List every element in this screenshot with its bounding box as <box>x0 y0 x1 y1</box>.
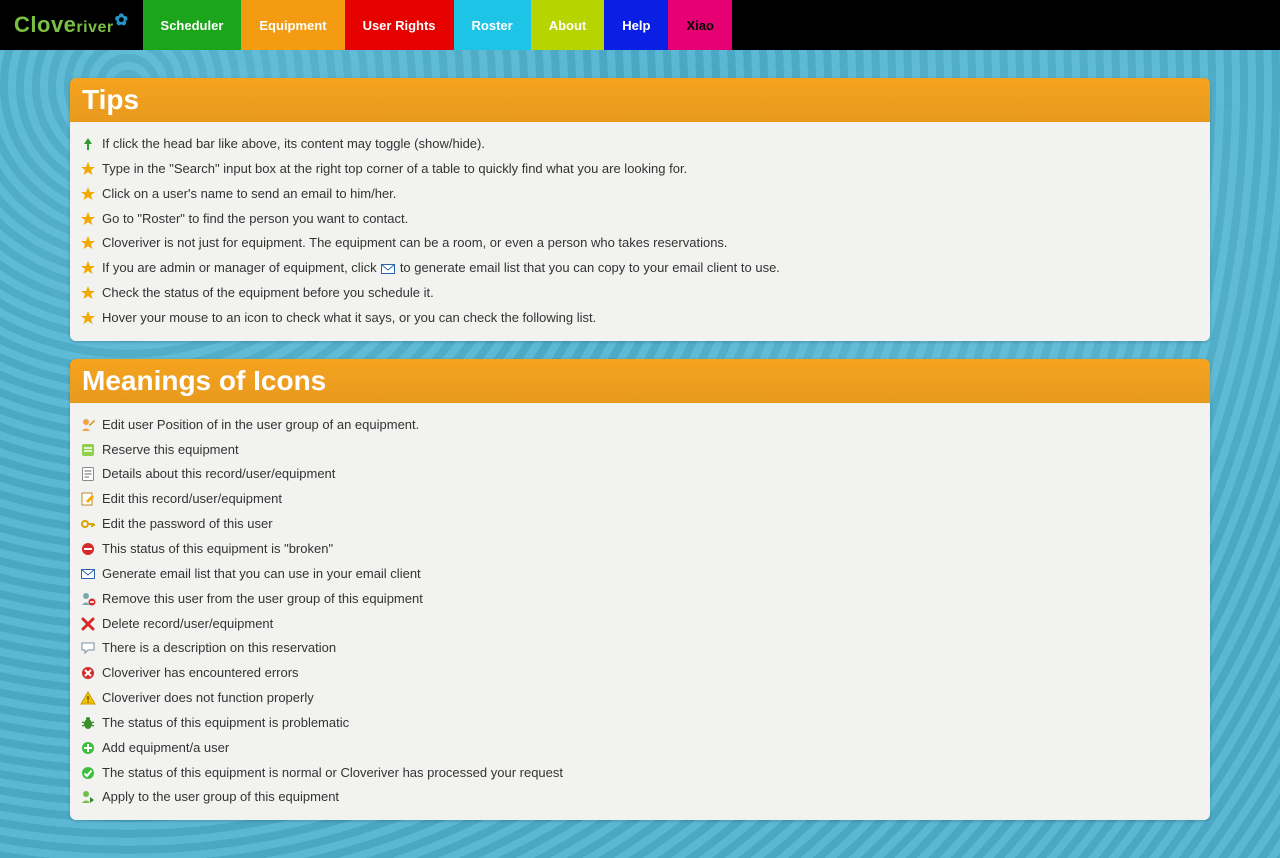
tip-text: Check the status of the equipment before… <box>102 284 434 303</box>
icon-meaning-row: The status of this equipment is normal o… <box>76 761 1204 786</box>
icons-header[interactable]: Meanings of Icons <box>70 359 1210 403</box>
icon-meaning-row: Generate email list that you can use in … <box>76 562 1204 587</box>
tip-line: Type in the "Search" input box at the ri… <box>76 157 1204 182</box>
apply-user-icon <box>80 789 96 805</box>
icon-meaning-text: The status of this equipment is problema… <box>102 714 349 733</box>
icon-meaning-row: The status of this equipment is problema… <box>76 711 1204 736</box>
star-icon <box>80 260 96 276</box>
tip-text: Click on a user's name to send an email … <box>102 185 396 204</box>
tip-line: If you are admin or manager of equipment… <box>76 256 1204 281</box>
tip-line: Cloveriver is not just for equipment. Th… <box>76 231 1204 256</box>
icon-meaning-row: Edit this record/user/equipment <box>76 487 1204 512</box>
add-icon <box>80 740 96 756</box>
icon-meaning-row: Add equipment/a user <box>76 736 1204 761</box>
tip-line: Check the status of the equipment before… <box>76 281 1204 306</box>
envelope-icon <box>380 261 396 277</box>
icon-meaning-text: Remove this user from the user group of … <box>102 590 423 609</box>
icon-meaning-text: There is a description on this reservati… <box>102 639 336 658</box>
arrow-up-icon <box>80 136 96 152</box>
topbar: Cloveriver✿ SchedulerEquipmentUser Right… <box>0 0 1280 50</box>
icon-meaning-text: Reserve this equipment <box>102 441 239 460</box>
icon-meaning-row: Details about this record/user/equipment <box>76 462 1204 487</box>
nav-about[interactable]: About <box>531 0 605 50</box>
edit-user-icon <box>80 417 96 433</box>
icon-meaning-text: Details about this record/user/equipment <box>102 465 335 484</box>
icon-meaning-row: Cloveriver does not function properly <box>76 686 1204 711</box>
icon-meaning-text: Cloveriver has encountered errors <box>102 664 299 683</box>
tip-text: Go to "Roster" to find the person you wa… <box>102 210 408 229</box>
icon-meaning-text: Apply to the user group of this equipmen… <box>102 788 339 807</box>
icon-meaning-text: The status of this equipment is normal o… <box>102 764 563 783</box>
key-icon <box>80 516 96 532</box>
star-icon <box>80 285 96 301</box>
tip-line: Hover your mouse to an icon to check wha… <box>76 306 1204 331</box>
tip-text: Cloveriver is not just for equipment. Th… <box>102 234 728 253</box>
nav-user-rights[interactable]: User Rights <box>345 0 454 50</box>
edit-icon <box>80 491 96 507</box>
tip-text: If you are admin or manager of equipment… <box>102 259 780 278</box>
flower-icon: ✿ <box>115 10 129 30</box>
icons-body: Edit user Position of in the user group … <box>70 403 1210 821</box>
icon-meaning-text: Edit user Position of in the user group … <box>102 416 419 435</box>
icon-meaning-row: Apply to the user group of this equipmen… <box>76 785 1204 810</box>
nav-roster[interactable]: Roster <box>454 0 531 50</box>
icon-meaning-row: Edit user Position of in the user group … <box>76 413 1204 438</box>
tips-header[interactable]: Tips <box>70 78 1210 122</box>
tip-text: Hover your mouse to an icon to check wha… <box>102 309 596 328</box>
logo-text-1: Clove <box>14 12 76 38</box>
tip-text: If click the head bar like above, its co… <box>102 135 485 154</box>
broken-icon <box>80 541 96 557</box>
star-icon <box>80 310 96 326</box>
icon-meaning-text: Add equipment/a user <box>102 739 229 758</box>
warning-icon <box>80 690 96 706</box>
logo-text-2: river <box>76 19 113 37</box>
bug-icon <box>80 715 96 731</box>
icons-panel: Meanings of Icons Edit user Position of … <box>70 359 1210 821</box>
tips-panel: Tips If click the head bar like above, i… <box>70 78 1210 341</box>
remove-user-icon <box>80 591 96 607</box>
icon-meaning-text: Edit this record/user/equipment <box>102 490 282 509</box>
content: Tips If click the head bar like above, i… <box>70 78 1210 858</box>
comment-icon <box>80 640 96 656</box>
envelope-icon <box>80 566 96 582</box>
icon-meaning-text: This status of this equipment is "broken… <box>102 540 333 559</box>
star-icon <box>80 186 96 202</box>
icon-meaning-text: Cloveriver does not function properly <box>102 689 314 708</box>
icon-meaning-row: Edit the password of this user <box>76 512 1204 537</box>
icon-meaning-text: Edit the password of this user <box>102 515 273 534</box>
icon-meaning-text: Generate email list that you can use in … <box>102 565 421 584</box>
nav-equipment[interactable]: Equipment <box>241 0 344 50</box>
icon-meaning-row: Reserve this equipment <box>76 438 1204 463</box>
details-icon <box>80 466 96 482</box>
tip-text: Type in the "Search" input box at the ri… <box>102 160 687 179</box>
star-icon <box>80 161 96 177</box>
logo[interactable]: Cloveriver✿ <box>0 0 143 50</box>
main-nav: SchedulerEquipmentUser RightsRosterAbout… <box>143 0 732 50</box>
ok-icon <box>80 765 96 781</box>
star-icon <box>80 211 96 227</box>
icon-meaning-row: Delete record/user/equipment <box>76 612 1204 637</box>
reserve-icon <box>80 442 96 458</box>
error-icon <box>80 665 96 681</box>
star-icon <box>80 235 96 251</box>
tip-line: If click the head bar like above, its co… <box>76 132 1204 157</box>
nav-xiao[interactable]: Xiao <box>668 0 731 50</box>
tip-line: Click on a user's name to send an email … <box>76 182 1204 207</box>
icon-meaning-row: Remove this user from the user group of … <box>76 587 1204 612</box>
nav-help[interactable]: Help <box>604 0 668 50</box>
icon-meaning-text: Delete record/user/equipment <box>102 615 273 634</box>
icon-meaning-row: This status of this equipment is "broken… <box>76 537 1204 562</box>
nav-scheduler[interactable]: Scheduler <box>143 0 242 50</box>
tips-body: If click the head bar like above, its co… <box>70 122 1210 341</box>
icon-meaning-row: There is a description on this reservati… <box>76 636 1204 661</box>
tip-line: Go to "Roster" to find the person you wa… <box>76 207 1204 232</box>
icon-meaning-row: Cloveriver has encountered errors <box>76 661 1204 686</box>
delete-icon <box>80 616 96 632</box>
